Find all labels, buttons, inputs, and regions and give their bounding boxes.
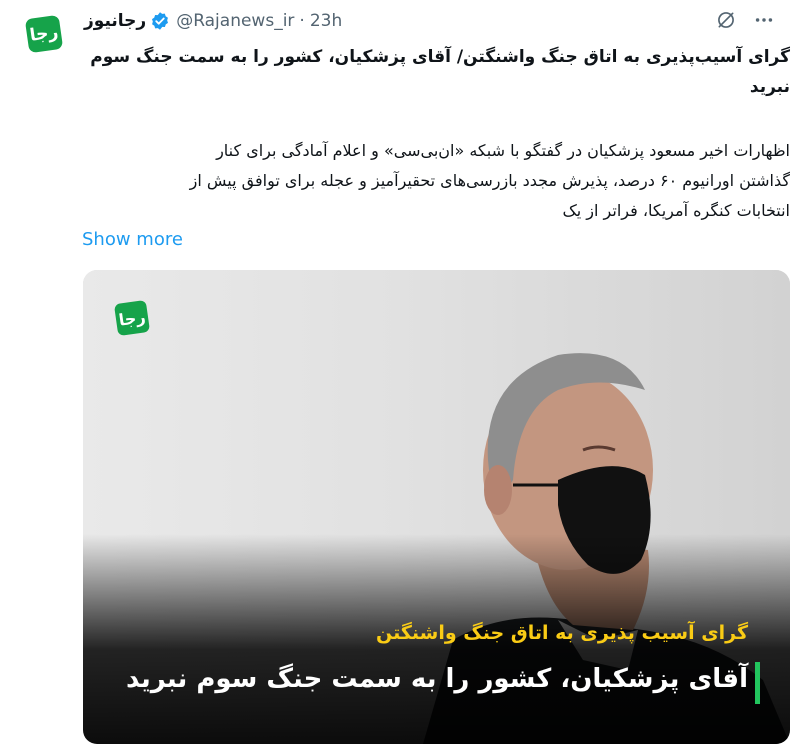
body-line: اظهارات اخیر مسعود پزشکیان در گفتگو با ش… [216,141,790,160]
media-caption-subtitle: گرای آسیب پذیری به اتاق جنگ واشنگتن [375,622,748,644]
separator-dot: · [299,11,305,31]
media-logo: رجا [113,299,151,337]
tweet-title: گرای آسیب‌پذیری به اتاق جنگ واشنگتن/ آقا… [84,42,790,102]
more-options-icon[interactable] [752,8,776,32]
rajanews-logo: رجا [24,14,64,54]
tweet-timestamp[interactable]: 23h [310,11,342,31]
tweet-actions-top [714,8,776,32]
media-caption-title: آقای پزشکیان، کشور را به سمت جنگ سوم نبر… [125,664,748,694]
title-line: گرای آسیب‌پذیری به اتاق جنگ واشنگتن/ آقا… [90,47,790,67]
show-more-link[interactable]: Show more [82,229,183,250]
tweet-header: رجانیوز @Rajanews_ir · 23h [84,8,342,34]
title-line: نبرید [749,77,790,97]
tweet-media-image[interactable]: رجا گرای آسیب پذیری به اتاق جنگ واشنگتن … [83,270,790,744]
body-line: گذاشتن اورانیوم ۶۰ درصد، پذیرش مجدد بازر… [189,171,790,190]
account-handle[interactable]: @Rajanews_ir [176,11,294,31]
tweet-body: اظهارات اخیر مسعود پزشکیان در گفتگو با ش… [84,136,790,226]
verified-badge-icon [150,11,170,31]
account-avatar[interactable]: رجا [24,14,64,54]
caption-accent-bar [755,662,760,704]
grok-icon[interactable] [714,8,738,32]
account-name[interactable]: رجانیوز [84,11,146,31]
body-line: انتخابات کنگره آمریکا، فراتر از یک [562,201,790,220]
